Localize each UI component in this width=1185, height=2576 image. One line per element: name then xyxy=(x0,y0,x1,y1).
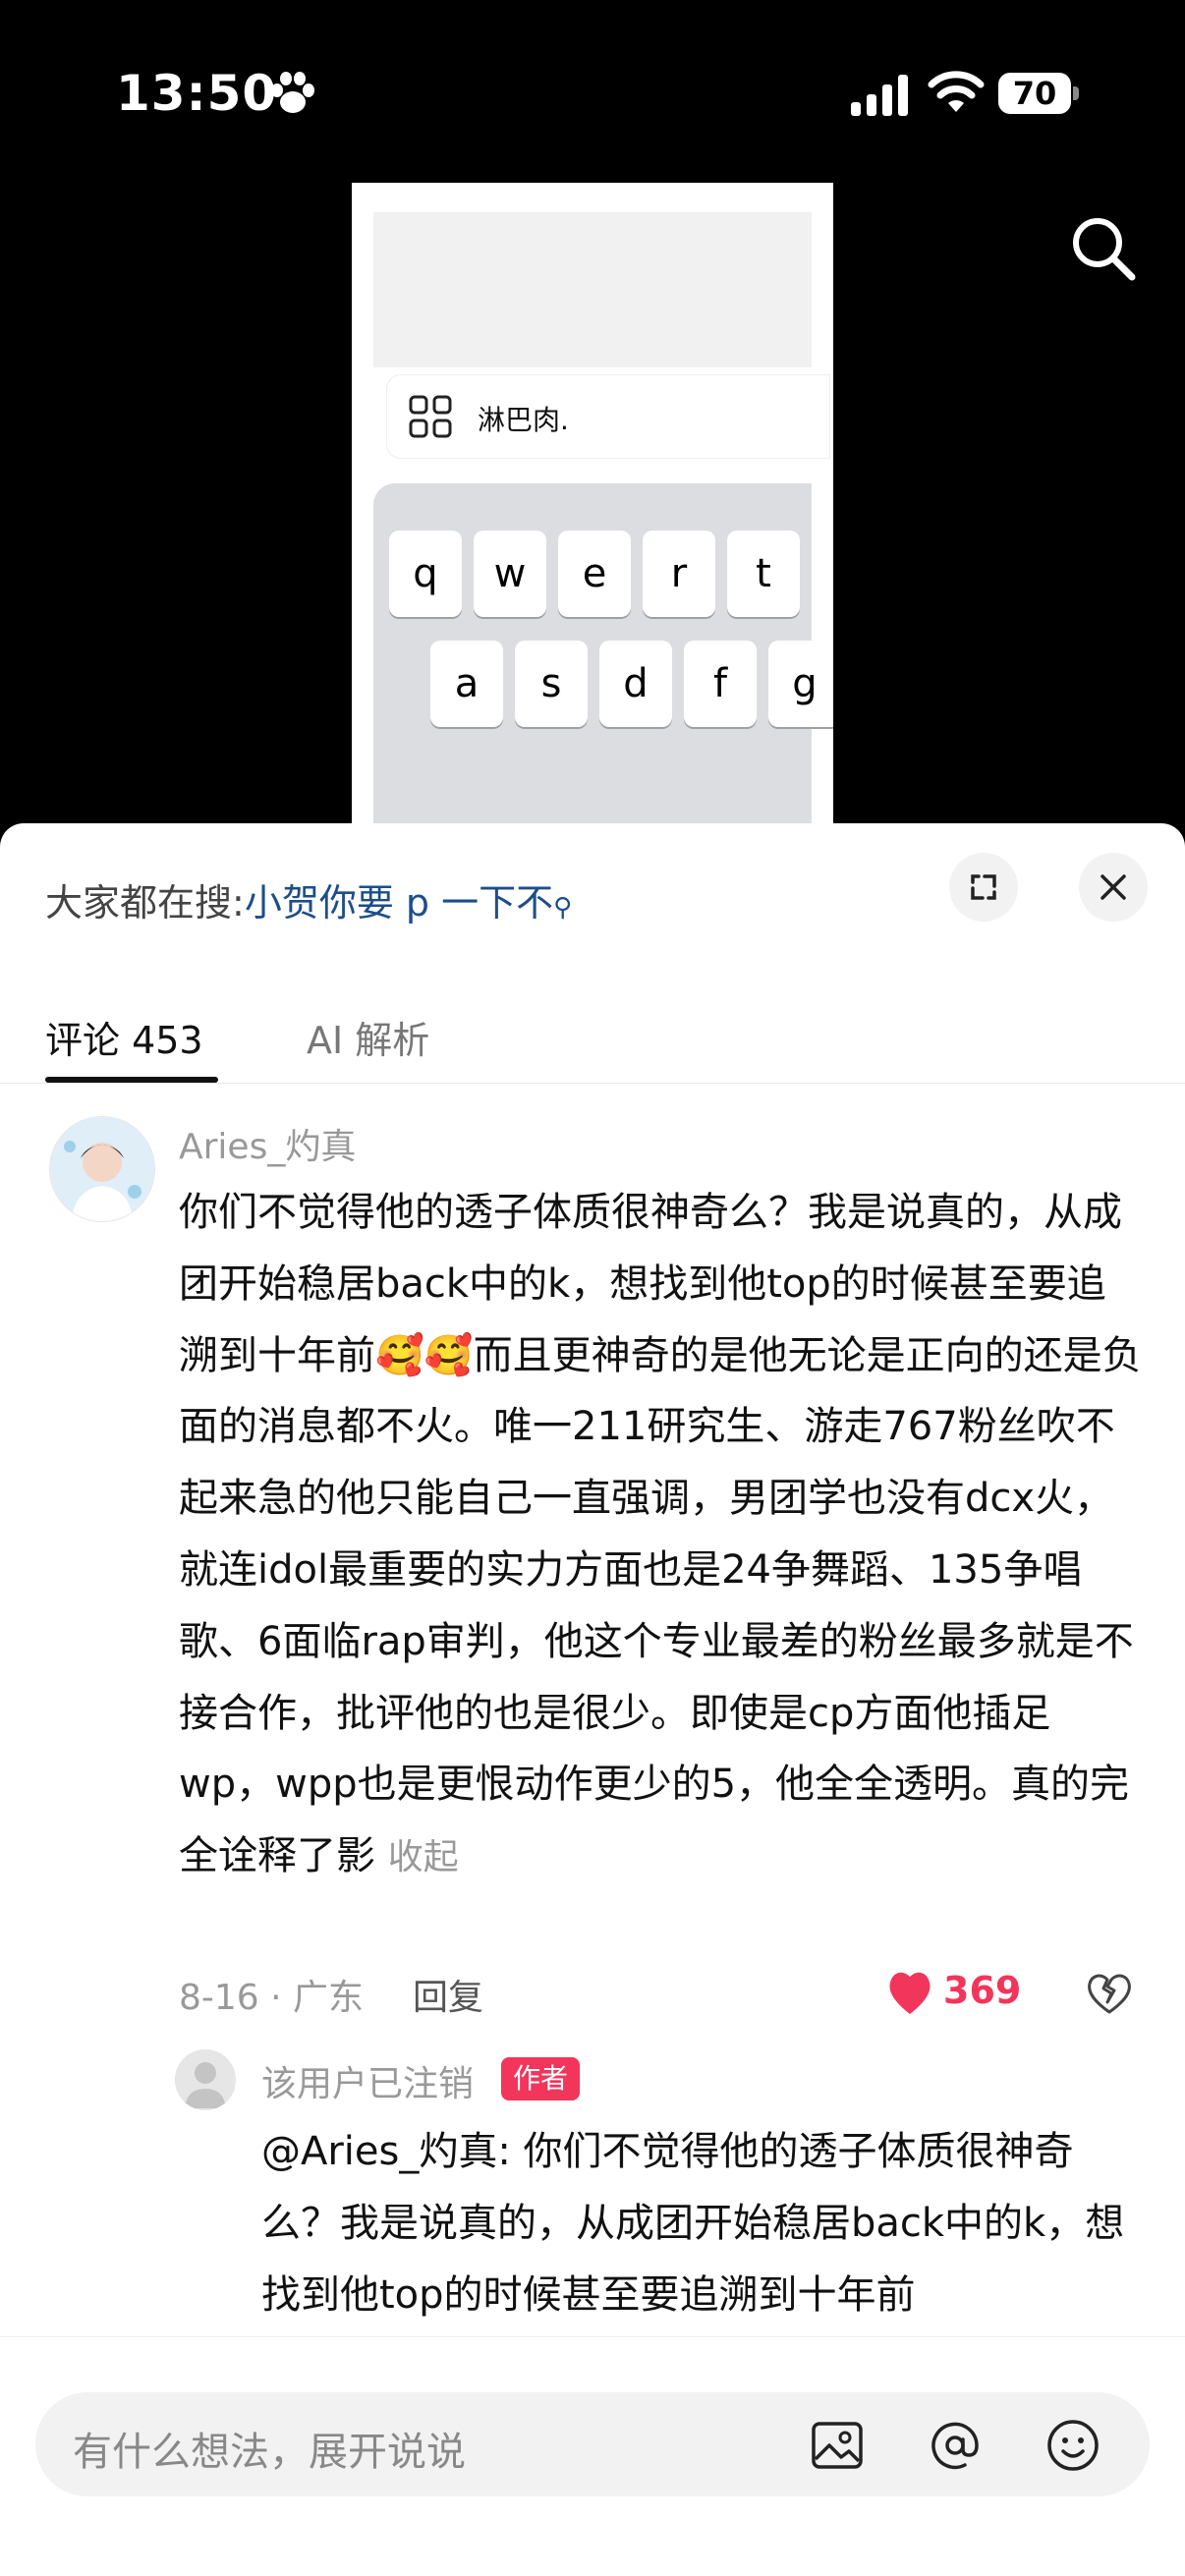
mention-icon[interactable] xyxy=(926,2416,985,2475)
key-r: r xyxy=(643,531,715,617)
key-g: g xyxy=(768,641,833,727)
reply-username[interactable]: 该用户已注销 xyxy=(261,2055,474,2106)
key-q: q xyxy=(389,531,462,617)
search-mini-icon: ⚲ xyxy=(553,893,573,923)
key-w: w xyxy=(474,531,546,617)
reply-text: @Aries_灼真: 你们不觉得他的透子体质很神奇么？我是说真的，从成团开始稳居… xyxy=(261,2129,1125,2318)
tab-indicator xyxy=(45,1077,218,1083)
trending-search-keyword[interactable]: 小贺你要 p 一下不 xyxy=(245,881,553,924)
battery-icon: 70 xyxy=(998,73,1079,116)
search-icon[interactable] xyxy=(1067,212,1138,283)
blurred-area xyxy=(373,212,812,367)
paw-icon xyxy=(271,72,314,113)
comment-input[interactable]: 有什么想法，展开说说 xyxy=(35,2392,1150,2496)
broken-heart-icon[interactable] xyxy=(1085,1969,1134,2018)
close-icon xyxy=(1100,874,1126,900)
keyboard: q w e r t a s d f g xyxy=(373,483,833,825)
tab-bar: 评论 453 AI 解析 xyxy=(0,1000,1185,1084)
status-bar: 13:50 70 xyxy=(0,0,1185,187)
collapse-link[interactable]: 收起 xyxy=(388,1837,459,1877)
reply-button[interactable]: 回复 xyxy=(413,1969,483,2020)
default-avatar-icon xyxy=(175,2049,236,2110)
comment-meta: 8-16 · 广东 xyxy=(179,1978,365,2018)
suggestion-text: 淋巴肉. xyxy=(478,404,569,436)
wifi-icon xyxy=(928,71,985,112)
avatar-image xyxy=(50,1117,154,1221)
signal-icon xyxy=(851,75,908,116)
key-f: f xyxy=(684,641,757,727)
avatar[interactable] xyxy=(49,1116,155,1222)
like-count: 369 xyxy=(943,1969,1022,2012)
expand-icon xyxy=(971,874,996,900)
suggestion-bar: 淋巴肉. xyxy=(387,375,829,458)
battery-level: 70 xyxy=(998,73,1071,114)
video-frame[interactable]: 淋巴肉. q w e r t a s d f g xyxy=(352,183,833,825)
emoji-icon[interactable] xyxy=(1044,2416,1102,2475)
key-a: a xyxy=(430,641,503,727)
apps-grid-icon xyxy=(409,395,452,438)
trending-search[interactable]: 大家都在搜:小贺你要 p 一下不⚲ xyxy=(45,872,572,926)
expand-button[interactable] xyxy=(949,853,1018,922)
key-e: e xyxy=(558,531,631,617)
status-time: 13:50 xyxy=(116,65,278,122)
comment-sheet: 大家都在搜:小贺你要 p 一下不⚲ 评论 453 AI 解析 Aries_灼真 … xyxy=(0,823,1185,2576)
tab-ai-analysis[interactable]: AI 解析 xyxy=(307,1010,429,1064)
key-d: d xyxy=(599,641,672,727)
image-icon[interactable] xyxy=(808,2416,867,2475)
close-button[interactable] xyxy=(1079,853,1148,922)
key-t: t xyxy=(727,531,800,617)
comment-username[interactable]: Aries_灼真 xyxy=(179,1118,356,1169)
comment-input-bar: 有什么想法，展开说说 xyxy=(0,2336,1185,2576)
comment-input-placeholder: 有什么想法，展开说说 xyxy=(73,2430,466,2475)
comment-body: 你们不觉得他的透子体质很神奇么？我是说真的，从成团开始稳居back中的k，想找到… xyxy=(179,1190,1142,1879)
trending-search-prefix: 大家都在搜: xyxy=(45,881,245,924)
tab-comments[interactable]: 评论 453 xyxy=(45,1010,203,1064)
comment-text: 你们不觉得他的透子体质很神奇么？我是说真的，从成团开始稳居back中的k，想找到… xyxy=(179,1177,1142,1894)
key-s: s xyxy=(515,641,588,727)
author-badge: 作者 xyxy=(501,2057,581,2100)
reply-avatar[interactable] xyxy=(175,2049,236,2110)
